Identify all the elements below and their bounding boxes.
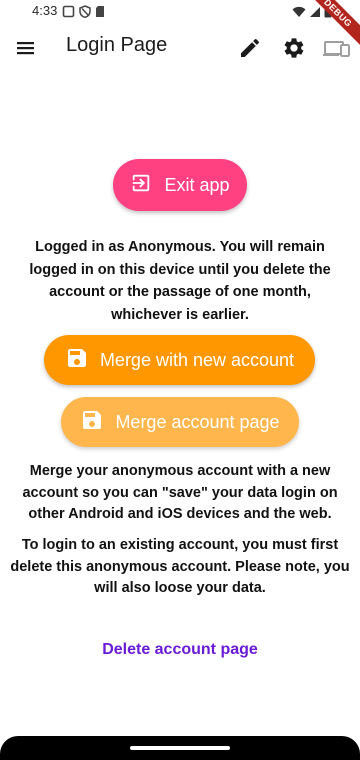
signal-icon [309,5,321,23]
screenshot-notification-icon [62,5,75,23]
save-icon [80,408,104,437]
home-indicator[interactable] [130,746,230,750]
menu-icon [12,42,38,64]
merge-account-page-button[interactable]: Merge account page [61,397,299,447]
edit-icon [238,38,262,64]
exit-app-button[interactable]: Exit app [113,159,247,211]
devices-icon [323,41,351,64]
navigation-bar [0,736,360,760]
save-icon [65,346,89,375]
status-bar: 4:33 DEBUG [0,0,360,52]
delete-account-page-link[interactable]: Delete account page [0,641,360,659]
merge-with-new-account-label: Merge with new account [99,349,295,370]
status-time: 4:33 [32,3,58,18]
merge-account-page-label: Merge account page [115,411,280,432]
shield-notification-icon [79,5,91,23]
wifi-icon [292,5,306,23]
login-description-text: To login to an existing account, you mus… [10,537,350,596]
edit-button[interactable] [238,36,262,60]
login-status-text: Logged in as Anonymous. You will remain … [29,239,331,323]
status-icons-left [62,5,105,23]
screen: 4:33 DEBUG Login Page Exit app Logged in… [0,0,360,760]
settings-icon [282,38,306,64]
app-bar: Login Page [0,24,360,72]
settings-button[interactable] [282,36,306,60]
merge-with-new-account-button[interactable]: Merge with new account [44,335,315,385]
page-title: Login Page [66,34,168,56]
menu-button[interactable] [12,36,38,60]
merge-description-text: Merge your anonymous account with a new … [22,463,338,522]
sd-card-notification-icon [95,5,105,23]
exit-icon [130,172,152,199]
exit-app-label: Exit app [164,174,230,195]
devices-button[interactable] [323,36,351,60]
